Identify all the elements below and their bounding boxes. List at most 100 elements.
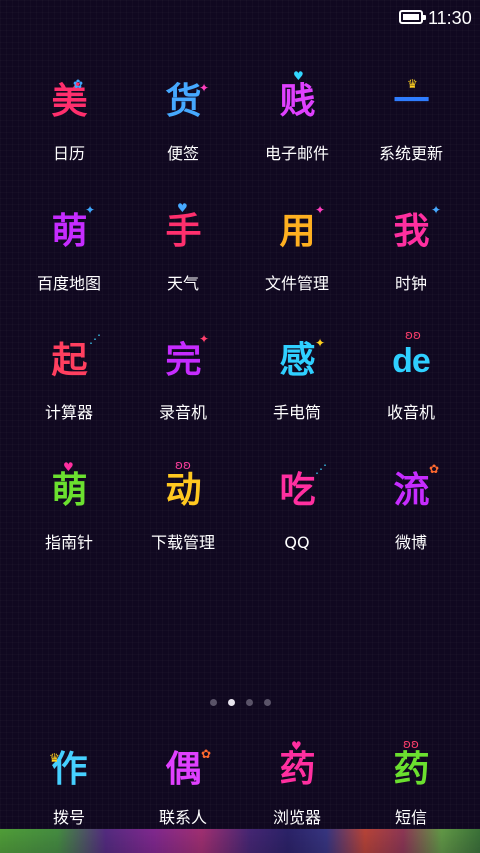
app-label: 浏览器 bbox=[272, 808, 321, 827]
icon-glyph: 动 bbox=[165, 469, 201, 511]
app-label: 系统更新 bbox=[378, 144, 443, 163]
app-download-manager[interactable]: 动 ʚʚ 下载管理 bbox=[126, 459, 240, 589]
app-label: 手电筒 bbox=[272, 403, 321, 422]
app-calendar[interactable]: 美 ✿ 日历 bbox=[12, 70, 126, 200]
shine-decoration-icon: ⋰ bbox=[315, 461, 327, 476]
sparkle-decoration-icon: ✦ bbox=[315, 202, 326, 217]
crown-decoration-icon: ♛ bbox=[407, 77, 418, 91]
clock-icon[interactable]: 我 ✦ bbox=[375, 200, 447, 264]
dock-contacts[interactable]: 偶 ✿ 联系人 bbox=[126, 738, 240, 828]
app-clock[interactable]: 我 ✦ 时钟 bbox=[354, 200, 468, 330]
email-icon[interactable]: 贱 ♥ bbox=[261, 70, 333, 134]
crown-decoration-icon: ♛ bbox=[49, 751, 60, 765]
notes-icon[interactable]: 货 ✦ bbox=[147, 70, 219, 134]
bunny-ears-decoration-icon: ʚʚ bbox=[403, 737, 419, 751]
app-weather[interactable]: 手 ♥ 天气 bbox=[126, 200, 240, 330]
flower-decoration-icon: ✿ bbox=[73, 77, 84, 91]
dock-messages[interactable]: 药 ʚʚ 短信 bbox=[354, 738, 468, 828]
icon-glyph: 感 bbox=[279, 340, 315, 381]
flashlight-icon[interactable]: 感 ✦ bbox=[261, 329, 333, 393]
sparkle-decoration-icon: ✦ bbox=[431, 202, 442, 217]
heart-decoration-icon: ♥ bbox=[291, 739, 302, 753]
icon-glyph: de bbox=[392, 342, 431, 380]
heart-decoration-icon: ♥ bbox=[63, 459, 74, 474]
radio-icon[interactable]: de ʚʚ bbox=[375, 329, 447, 393]
system-update-icon[interactable]: 一 ♛ bbox=[375, 70, 447, 134]
app-label: 录音机 bbox=[158, 403, 207, 422]
heart-decoration-icon: ♥ bbox=[177, 200, 188, 215]
download-manager-icon[interactable]: 动 ʚʚ bbox=[147, 459, 219, 523]
contacts-icon[interactable]: 偶 ✿ bbox=[147, 738, 219, 802]
app-file-manager[interactable]: 用 ✦ 文件管理 bbox=[240, 200, 354, 330]
app-label: 日历 bbox=[52, 144, 85, 163]
app-radio[interactable]: de ʚʚ 收音机 bbox=[354, 329, 468, 459]
app-label: QQ bbox=[284, 532, 310, 552]
app-compass[interactable]: 萌 ♥ 指南针 bbox=[12, 459, 126, 589]
flower-decoration-icon: ✿ bbox=[429, 461, 440, 476]
app-recorder[interactable]: 完 ✦ 录音机 bbox=[126, 329, 240, 459]
icon-glyph: 完 bbox=[165, 340, 201, 381]
app-notes[interactable]: 货 ✦ 便签 bbox=[126, 70, 240, 200]
app-label: 短信 bbox=[394, 808, 427, 827]
app-label: 拨号 bbox=[52, 808, 85, 827]
icon-glyph: 萌 bbox=[51, 210, 87, 252]
messages-icon[interactable]: 药 ʚʚ bbox=[375, 738, 447, 802]
icon-glyph: 药 bbox=[279, 749, 315, 790]
app-label: 微博 bbox=[394, 532, 427, 552]
page-dot[interactable] bbox=[263, 699, 271, 706]
app-system-update[interactable]: 一 ♛ 系统更新 bbox=[354, 70, 468, 200]
browser-icon[interactable]: 药 ♥ bbox=[261, 738, 333, 802]
calendar-icon[interactable]: 美 ✿ bbox=[33, 70, 105, 134]
app-flashlight[interactable]: 感 ✦ 手电筒 bbox=[240, 329, 354, 459]
recorder-icon[interactable]: 完 ✦ bbox=[147, 329, 219, 393]
weather-icon[interactable]: 手 ♥ bbox=[147, 200, 219, 264]
icon-glyph: 用 bbox=[279, 210, 315, 252]
heart-decoration-icon: ♥ bbox=[293, 69, 304, 83]
icon-glyph: 贱 bbox=[279, 81, 315, 122]
file-manager-icon[interactable]: 用 ✦ bbox=[261, 200, 333, 264]
icon-glyph: 手 bbox=[165, 210, 201, 252]
calculator-icon[interactable]: 起 ⋰ bbox=[33, 329, 105, 393]
app-qq[interactable]: 吃 ⋰ QQ bbox=[240, 459, 354, 589]
status-bar: 11:30 bbox=[0, 0, 480, 36]
app-label: 指南针 bbox=[44, 532, 93, 552]
bunny-ears-decoration-icon: ʚʚ bbox=[405, 328, 421, 342]
page-dot[interactable] bbox=[209, 699, 217, 706]
compass-icon[interactable]: 萌 ♥ bbox=[33, 459, 105, 523]
status-time: 11:30 bbox=[428, 8, 472, 28]
app-weibo[interactable]: 流 ✿ 微博 bbox=[354, 459, 468, 589]
icon-glyph: 我 bbox=[393, 210, 429, 252]
app-label: 下载管理 bbox=[150, 532, 215, 552]
app-label: 电子邮件 bbox=[264, 144, 329, 163]
dock-dialer[interactable]: 作 ♛ 拨号 bbox=[12, 738, 126, 828]
icon-glyph: 吃 bbox=[279, 469, 315, 511]
icon-glyph: 流 bbox=[393, 469, 429, 511]
sparkle-decoration-icon: ✦ bbox=[85, 202, 96, 217]
sparkle-decoration-icon: ✦ bbox=[199, 332, 210, 346]
dialer-icon[interactable]: 作 ♛ bbox=[33, 738, 105, 802]
wallpaper-stripe bbox=[0, 829, 480, 853]
battery-full-icon bbox=[399, 10, 426, 24]
icon-glyph: 药 bbox=[393, 749, 429, 790]
icon-glyph: 萌 bbox=[51, 469, 87, 511]
app-label: 联系人 bbox=[158, 808, 207, 827]
icon-glyph: 起 bbox=[51, 340, 87, 381]
baidu-map-icon[interactable]: 萌 ✦ bbox=[33, 200, 105, 264]
page-dot[interactable] bbox=[245, 699, 253, 706]
app-email[interactable]: 贱 ♥ 电子邮件 bbox=[240, 70, 354, 200]
page-indicator[interactable] bbox=[0, 699, 480, 709]
icon-glyph: 货 bbox=[165, 81, 201, 122]
page-dot-active[interactable] bbox=[227, 699, 235, 706]
qq-icon[interactable]: 吃 ⋰ bbox=[261, 459, 333, 523]
app-label: 文件管理 bbox=[264, 273, 329, 293]
app-label: 计算器 bbox=[44, 403, 93, 422]
app-label: 收音机 bbox=[386, 403, 435, 422]
dock-browser[interactable]: 药 ♥ 浏览器 bbox=[240, 738, 354, 828]
dock: 作 ♛ 拨号 偶 ✿ 联系人 药 ♥ 浏览器 药 ʚʚ 短信 bbox=[12, 738, 468, 828]
icon-glyph: 偶 bbox=[165, 749, 201, 790]
app-baidu-map[interactable]: 萌 ✦ 百度地图 bbox=[12, 200, 126, 330]
flower-decoration-icon: ✿ bbox=[201, 747, 212, 761]
app-calculator[interactable]: 起 ⋰ 计算器 bbox=[12, 329, 126, 459]
weibo-icon[interactable]: 流 ✿ bbox=[375, 459, 447, 523]
app-label: 时钟 bbox=[394, 273, 427, 293]
